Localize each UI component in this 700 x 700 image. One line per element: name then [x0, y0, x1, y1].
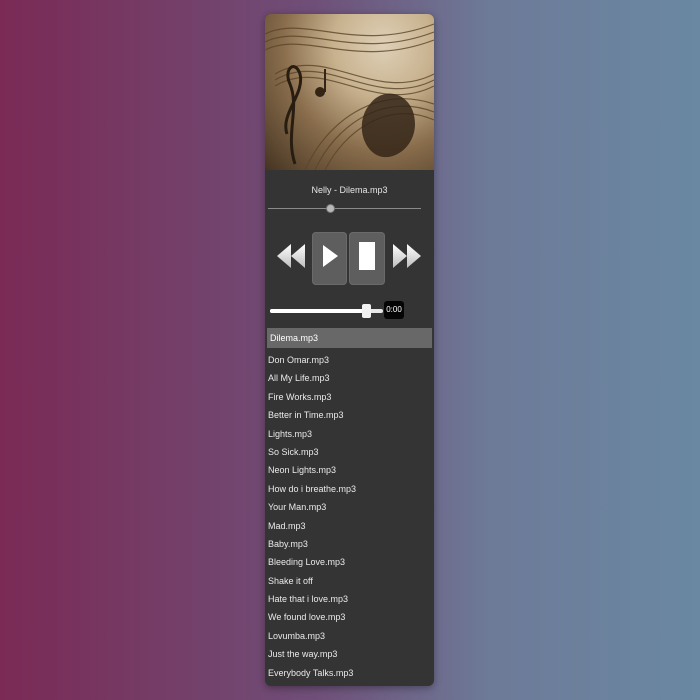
playlist-item[interactable]: We found love.mp3: [265, 608, 434, 626]
playlist-item[interactable]: Shake it off: [265, 572, 434, 590]
playlist-tracks: Don Omar.mp3 All My Life.mp3 Fire Works.mp…: [265, 351, 434, 682]
stop-button[interactable]: [349, 232, 385, 285]
fast-forward-button[interactable]: [391, 242, 423, 275]
playlist-item[interactable]: Everybody Talks.mp3: [265, 664, 434, 682]
playlist-item[interactable]: Baby.mp3: [265, 535, 434, 553]
play-icon: [321, 244, 339, 273]
album-art: [265, 14, 434, 170]
seek-track: [268, 208, 421, 209]
playlist-item[interactable]: Mad.mp3: [265, 517, 434, 535]
playlist-item[interactable]: How do i breathe.mp3: [265, 480, 434, 498]
playlist-item[interactable]: Neon Lights.mp3: [265, 461, 434, 479]
playlist-item[interactable]: Better in Time.mp3: [265, 406, 434, 424]
rewind-icon: [275, 242, 307, 275]
volume-row: 0:00: [265, 301, 434, 323]
playlist-item[interactable]: Lights.mp3: [265, 425, 434, 443]
seek-thumb[interactable]: [326, 204, 336, 213]
playlist-item[interactable]: All My Life.mp3: [265, 369, 434, 387]
fast-forward-icon: [391, 242, 423, 275]
playlist-item[interactable]: Your Man.mp3: [265, 498, 434, 516]
rewind-button[interactable]: [275, 242, 307, 275]
time-display: 0:00: [384, 301, 404, 319]
playlist-item[interactable]: Don Omar.mp3: [265, 351, 434, 369]
stop-icon: [359, 242, 375, 275]
now-playing-title: Nelly - Dilema.mp3: [311, 185, 388, 195]
playlist-item[interactable]: Fire Works.mp3: [265, 388, 434, 406]
volume-handle[interactable]: [362, 304, 372, 318]
playlist-item[interactable]: So Sick.mp3: [265, 443, 434, 461]
playlist-item[interactable]: Just the way.mp3: [265, 645, 434, 663]
playlist-active-track[interactable]: Dilema.mp3: [267, 328, 432, 348]
volume-fill: [270, 309, 367, 313]
playlist-item[interactable]: Hate that i love.mp3: [265, 590, 434, 608]
seek-bar[interactable]: [268, 204, 421, 214]
transport-controls: [265, 232, 434, 290]
playlist-item[interactable]: Lovumba.mp3: [265, 627, 434, 645]
playlist: Dilema.mp3 Don Omar.mp3 All My Life.mp3 Fi…: [265, 328, 434, 682]
music-player: Nelly - Dilema.mp3 0:00 Dilema.mp3 Don O…: [265, 14, 434, 686]
play-button[interactable]: [312, 232, 347, 285]
playlist-item[interactable]: Bleeding Love.mp3: [265, 553, 434, 571]
